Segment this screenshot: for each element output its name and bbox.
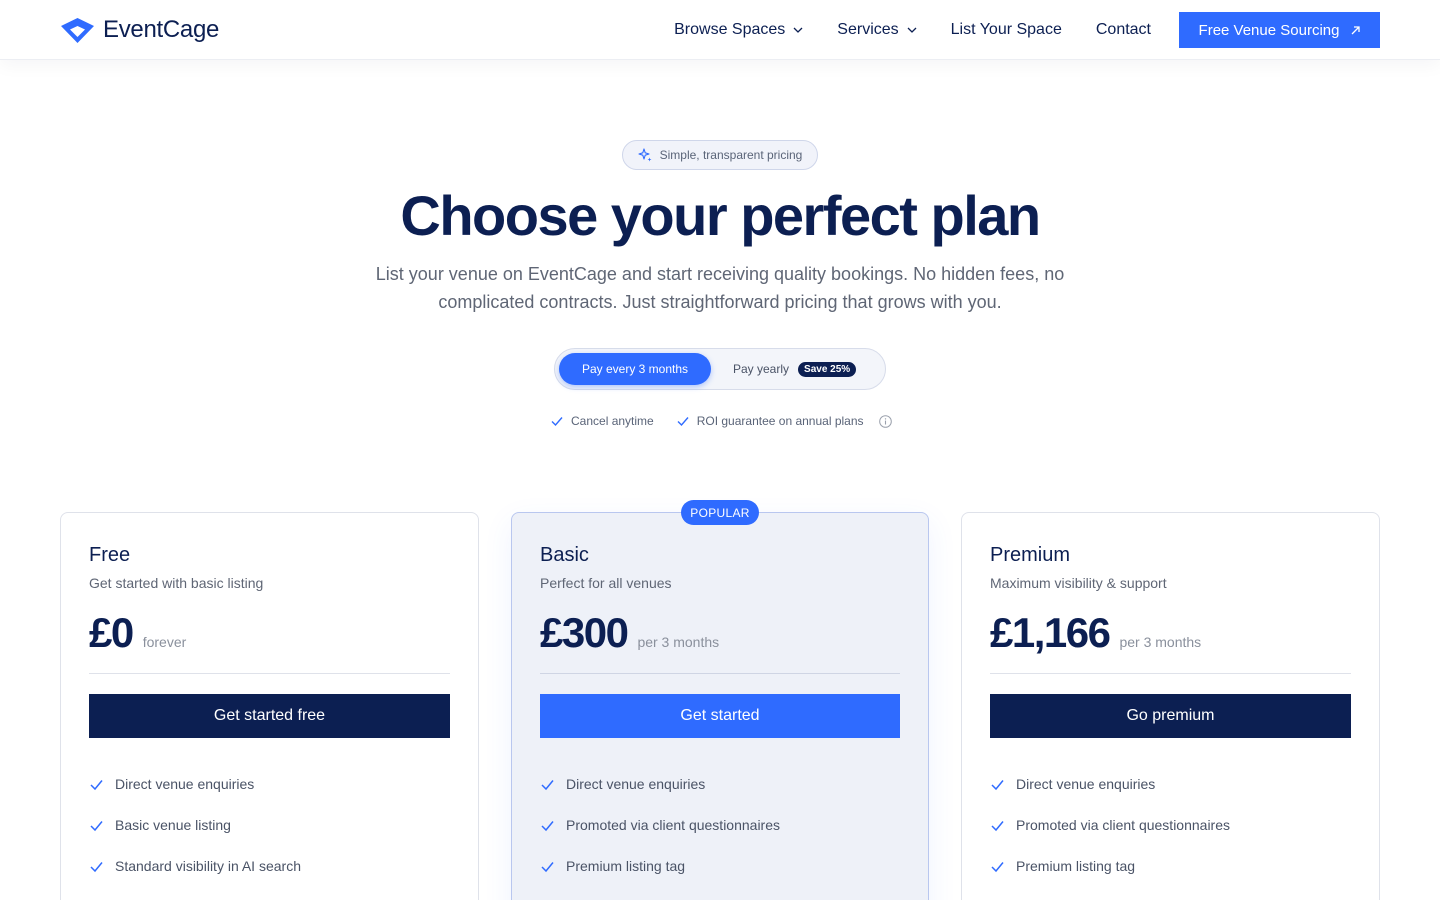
page-title: Choose your perfect plan: [400, 184, 1041, 247]
nav-browse-spaces-label: Browse Spaces: [674, 21, 786, 38]
get-started-button[interactable]: Get started: [540, 694, 900, 738]
plan-price: £0 forever: [89, 609, 186, 657]
nav-list-your-space-label: List Your Space: [950, 21, 1062, 38]
popular-badge: POPULAR: [681, 500, 759, 525]
check-icon: [90, 779, 103, 790]
save-badge: Save 25%: [798, 361, 857, 377]
sparkle-icon: [638, 148, 652, 162]
feature-item: Standard visibility in AI search: [89, 854, 301, 878]
feature-item: Premium listing tag: [540, 854, 780, 878]
free-venue-sourcing-button[interactable]: Free Venue Sourcing: [1179, 12, 1380, 48]
feature-label: Direct venue enquiries: [1016, 776, 1156, 792]
assurance-label: ROI guarantee on annual plans: [696, 414, 864, 428]
brand-name: EventCage: [103, 16, 220, 43]
feature-label: Promoted via client questionnaires: [566, 817, 781, 833]
feature-item: Direct venue enquiries: [990, 772, 1230, 796]
price-period: per 3 months: [637, 634, 720, 650]
plan-price: £1,166 per 3 months: [990, 609, 1201, 657]
feature-item: Direct venue enquiries: [89, 772, 301, 796]
page-subtitle: List your venue on EventCage and start r…: [375, 264, 1065, 312]
assurance-item: Cancel anytime: [550, 414, 654, 428]
billing-option-quarterly[interactable]: Pay every 3 months: [559, 353, 711, 385]
feature-list: Direct venue enquiries Promoted via clie…: [990, 772, 1230, 895]
check-icon: [991, 861, 1004, 872]
divider: [540, 673, 900, 674]
check-icon: [541, 861, 554, 872]
divider: [89, 673, 450, 674]
feature-label: Direct venue enquiries: [115, 776, 255, 792]
billing-option-yearly[interactable]: Pay yearly Save 25%: [733, 353, 857, 385]
info-icon[interactable]: [878, 414, 892, 428]
assurance-label: Cancel anytime: [571, 414, 654, 428]
feature-item: Direct venue enquiries: [540, 772, 780, 796]
feature-item: Basic venue listing: [89, 813, 301, 837]
main-menu: Browse Spaces Services List Your Space C…: [674, 12, 1380, 48]
plan-card-free: Free Get started with basic listing £0 f…: [60, 512, 479, 900]
plan-price: £300 per 3 months: [540, 609, 719, 657]
nav-services[interactable]: Services: [837, 21, 917, 39]
cta-label: Free Venue Sourcing: [1198, 21, 1340, 39]
divider: [990, 673, 1351, 674]
plan-name: Free: [89, 544, 131, 566]
price-period: forever: [142, 634, 187, 650]
feature-label: Premium listing tag: [566, 858, 686, 874]
assurances: Cancel anytime ROI guarantee on annual p…: [550, 414, 892, 428]
chevron-down-icon: [793, 27, 803, 33]
nav-list-your-space[interactable]: List Your Space: [951, 21, 1062, 39]
plan-description: Perfect for all venues: [540, 575, 672, 591]
brand-logo[interactable]: EventCage: [60, 16, 219, 44]
plan-card-premium: Premium Maximum visibility & support £1,…: [961, 512, 1380, 900]
pricing-badge-label: Simple, transparent pricing: [659, 148, 803, 162]
check-icon: [991, 779, 1004, 790]
check-icon: [541, 820, 554, 831]
nav-services-label: Services: [837, 21, 899, 38]
price-amount: £1,166: [990, 609, 1111, 656]
get-started-free-button[interactable]: Get started free: [89, 694, 450, 738]
billing-period-toggle: Pay every 3 months Pay yearly Save 25%: [554, 348, 886, 390]
check-icon: [991, 820, 1004, 831]
feature-label: Premium listing tag: [1016, 858, 1136, 874]
nav-browse-spaces[interactable]: Browse Spaces: [674, 21, 803, 39]
plan-name: Basic: [540, 544, 589, 566]
nav-contact-label: Contact: [1095, 21, 1151, 38]
feature-label: Standard visibility in AI search: [115, 858, 301, 874]
check-icon: [90, 861, 103, 872]
eventcage-logo-icon: [61, 17, 94, 43]
assurance-item: ROI guarantee on annual plans: [676, 414, 892, 428]
feature-item: Promoted via client questionnaires: [540, 813, 780, 837]
feature-item: Premium listing tag: [990, 854, 1230, 878]
price-amount: £0: [89, 609, 134, 656]
feature-label: Promoted via client questionnaires: [1016, 817, 1231, 833]
check-icon: [90, 820, 103, 831]
check-icon: [541, 779, 554, 790]
top-navigation: EventCage Browse Spaces Services List Yo…: [0, 0, 1440, 60]
feature-list: Direct venue enquiries Basic venue listi…: [89, 772, 301, 895]
nav-contact[interactable]: Contact: [1096, 21, 1151, 39]
feature-list: Direct venue enquiries Promoted via clie…: [540, 772, 780, 895]
plan-card-basic: Basic Perfect for all venues £300 per 3 …: [511, 512, 929, 900]
feature-item: Promoted via client questionnaires: [990, 813, 1230, 837]
chevron-down-icon: [907, 27, 917, 33]
feature-label: Direct venue enquiries: [566, 776, 706, 792]
go-premium-button[interactable]: Go premium: [990, 694, 1351, 738]
check-icon: [677, 417, 689, 427]
billing-option-yearly-label: Pay yearly: [733, 362, 790, 376]
plan-name: Premium: [990, 544, 1071, 566]
arrow-up-right-icon: [1352, 25, 1361, 34]
plan-description: Get started with basic listing: [89, 575, 264, 591]
price-amount: £300: [540, 609, 629, 656]
check-icon: [551, 417, 563, 427]
price-period: per 3 months: [1119, 634, 1202, 650]
feature-label: Basic venue listing: [115, 817, 231, 833]
pricing-badge: Simple, transparent pricing: [622, 140, 818, 170]
plan-description: Maximum visibility & support: [990, 575, 1167, 591]
